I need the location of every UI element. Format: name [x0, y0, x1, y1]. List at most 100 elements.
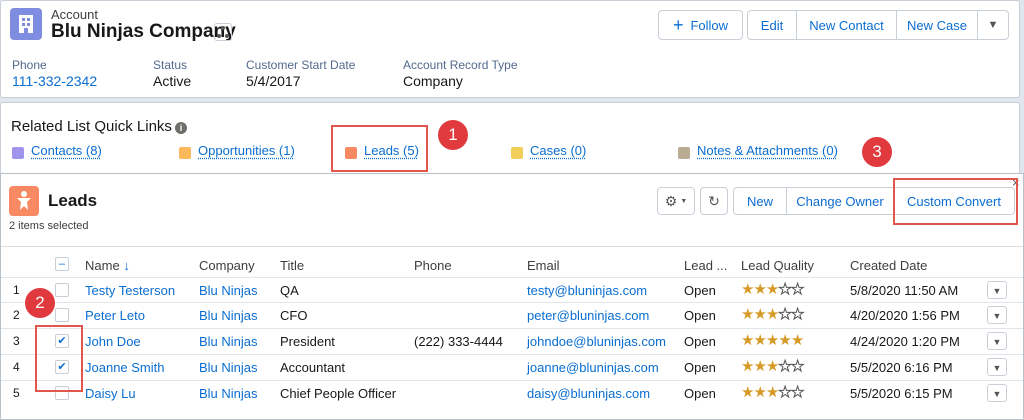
change-owner-button[interactable]: Change Owner	[786, 187, 894, 215]
star-icon: ★	[753, 306, 766, 323]
company-link[interactable]: Blu Ninjas	[199, 386, 258, 401]
plus-icon: +	[672, 14, 684, 35]
row-actions-button[interactable]: ▼	[987, 358, 1007, 376]
column-email[interactable]: Email	[527, 258, 560, 273]
row-number: 5	[13, 386, 20, 400]
field-label: Status	[153, 58, 188, 72]
title-cell: President	[280, 334, 335, 349]
star-icon: ★	[778, 384, 793, 401]
star-icon: ★	[765, 306, 779, 323]
row-number: 2	[13, 308, 20, 322]
row-actions-button[interactable]: ▼	[987, 332, 1007, 350]
row-checkbox[interactable]	[55, 283, 69, 297]
quick-link-cases[interactable]: Cases (0)	[530, 143, 586, 158]
gear-icon: ⚙	[664, 192, 678, 209]
title-cell: QA	[280, 283, 299, 298]
star-icon: ★	[741, 358, 754, 375]
hierarchy-button[interactable]	[214, 23, 232, 41]
company-link[interactable]: Blu Ninjas	[199, 360, 258, 375]
star-icon: ★	[790, 332, 804, 349]
record-type-value: Company	[403, 73, 463, 89]
lead-name-link[interactable]: Peter Leto	[85, 308, 145, 323]
quick-link-notes[interactable]: Notes & Attachments (0)	[697, 143, 838, 158]
edit-button[interactable]: Edit	[747, 10, 797, 40]
column-company[interactable]: Company	[199, 258, 255, 273]
created-date-cell: 4/20/2020 1:56 PM	[850, 308, 960, 323]
star-icon: ★	[790, 306, 805, 323]
column-title[interactable]: Title	[280, 258, 304, 273]
account-icon	[10, 8, 42, 40]
table-row: 2 Peter Leto Blu Ninjas CFO peter@bluninjas.…	[1, 302, 1023, 328]
table-row: 3 ✔ John Doe Blu Ninjas President (222) 333-4…	[1, 328, 1023, 354]
star-icon: ★	[765, 281, 779, 298]
star-icon: ★	[741, 384, 754, 401]
quick-link-contacts[interactable]: Contacts (8)	[31, 143, 102, 158]
star-icon: ★	[790, 384, 805, 401]
new-lead-button[interactable]: New	[733, 187, 787, 215]
star-icon: ★	[765, 384, 779, 401]
star-icon: ★	[790, 281, 805, 298]
star-icon: ★	[778, 306, 793, 323]
chevron-down-icon: ▼	[987, 19, 999, 31]
lead-name-link[interactable]: Daisy Lu	[85, 386, 136, 401]
lead-name-link[interactable]: Joanne Smith	[85, 360, 165, 375]
new-case-button[interactable]: New Case	[896, 10, 978, 40]
star-icon: ★	[765, 358, 779, 375]
info-icon[interactable]: i	[175, 122, 187, 134]
status-value: Active	[153, 73, 192, 89]
row-actions-button[interactable]: ▼	[987, 384, 1007, 402]
lead-name-link[interactable]: John Doe	[85, 334, 141, 349]
star-icon: ★	[753, 358, 766, 375]
new-contact-button[interactable]: New Contact	[796, 10, 897, 40]
email-link[interactable]: johndoe@bluninjas.com	[527, 334, 666, 349]
status-cell: Open	[684, 360, 716, 375]
quality-stars: ★★★★★	[741, 281, 805, 298]
star-icon: ★	[741, 306, 754, 323]
company-link[interactable]: Blu Ninjas	[199, 308, 258, 323]
company-link[interactable]: Blu Ninjas	[199, 334, 258, 349]
step-marker-3: 3	[862, 137, 892, 167]
star-icon: ★	[753, 332, 766, 349]
email-link[interactable]: peter@bluninjas.com	[527, 308, 649, 323]
list-settings-button[interactable]: ⚙ ▼	[657, 187, 695, 215]
quality-stars: ★★★★★	[741, 358, 805, 375]
row-actions-button[interactable]: ▼	[987, 306, 1007, 324]
column-name[interactable]: Name ↓	[85, 258, 130, 273]
quality-stars: ★★★★★	[741, 384, 805, 401]
created-date-cell: 5/5/2020 6:15 PM	[850, 386, 953, 401]
follow-button[interactable]: + Follow	[658, 10, 743, 40]
refresh-button[interactable]: ↻	[700, 187, 728, 215]
quality-stars: ★★★★★	[741, 306, 805, 323]
row-checkbox[interactable]	[55, 308, 69, 322]
email-link[interactable]: testy@bluninjas.com	[527, 283, 647, 298]
cases-icon	[511, 147, 523, 159]
start-date-value: 5/4/2017	[246, 73, 301, 89]
column-lead-quality[interactable]: Lead Quality	[741, 258, 814, 273]
lead-name-link[interactable]: Testy Testerson	[85, 283, 175, 298]
account-header: Account Blu Ninjas Company + Follow Edit …	[0, 0, 1020, 98]
status-cell: Open	[684, 386, 716, 401]
chevron-down-icon: ▼	[680, 197, 688, 205]
phone-cell: (222) 333-4444	[414, 334, 503, 349]
email-link[interactable]: daisy@bluninjas.com	[527, 386, 650, 401]
column-lead-status[interactable]: Lead ...	[684, 258, 727, 273]
phone-link[interactable]: 111-332-2342	[12, 73, 97, 89]
star-icon: ★	[753, 281, 766, 298]
step-marker-1: 1	[438, 120, 468, 150]
more-actions-button[interactable]: ▼	[977, 10, 1009, 40]
highlight-selected-rows	[35, 325, 83, 392]
column-phone[interactable]: Phone	[414, 258, 452, 273]
email-link[interactable]: joanne@bluninjas.com	[527, 360, 659, 375]
select-all-checkbox[interactable]: –	[55, 257, 69, 271]
column-created-date[interactable]: Created Date	[850, 258, 927, 273]
field-label: Customer Start Date	[246, 58, 356, 72]
refresh-icon: ↻	[708, 192, 720, 209]
row-actions-button[interactable]: ▼	[987, 281, 1007, 299]
object-label: Account	[51, 7, 98, 22]
leads-list-icon	[9, 186, 39, 216]
quality-stars: ★★★★★	[741, 332, 804, 349]
title-cell: Accountant	[280, 360, 346, 375]
contacts-icon	[12, 147, 24, 159]
company-link[interactable]: Blu Ninjas	[199, 283, 258, 298]
quick-link-opportunities[interactable]: Opportunities (1)	[198, 143, 295, 158]
